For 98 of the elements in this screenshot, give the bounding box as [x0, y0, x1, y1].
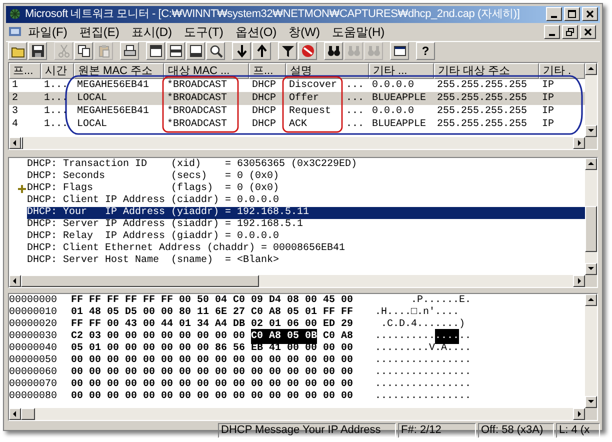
column-header[interactable]: 프...: [9, 62, 41, 78]
selected-hex-bytes[interactable]: C0 A8 05 0B: [251, 329, 318, 344]
table-row[interactable]: 3 1... MEGAHE56EB41 *BROADCAST DHCP Request ... 0.0.0.0 255.255.255.255 IP: [9, 104, 585, 118]
table-cell-text: *BROADCAST: [167, 104, 228, 118]
detail-line[interactable]: DHCP: Transaction ID (xid) = 63056365 (0x3C229ED): [27, 158, 585, 170]
column-header[interactable]: 시간: [41, 62, 74, 78]
window-title: Microsoft 네트워크 모니터 - [C:₩WINNT₩system32₩NETMON₩CAPTURES₩dhcp_2nd.cap (자세히)]: [25, 7, 521, 22]
hex-bytes[interactable]: C0 A8: [317, 329, 354, 344]
offset-label: 00000030: [9, 330, 58, 343]
menu-item[interactable]: 옵션(O): [229, 22, 283, 40]
menu-item[interactable]: 도구(T): [178, 22, 230, 40]
table-cell-text: 255.255.255.255: [437, 78, 528, 92]
hex-bytes[interactable]: 00 00 00 00 00 00 00 00 00 00 00 00 00 00 00 00: [71, 377, 354, 392]
table-cell-text: 0.0.0.0: [372, 78, 414, 92]
table-cell-text: *BROADCAST: [167, 78, 228, 92]
table-cell-text: Offer: [289, 92, 320, 106]
table-cell-text: IP: [542, 78, 554, 92]
ascii-text[interactable]: .C.D.4.......): [375, 317, 466, 332]
ascii-text[interactable]: .P......E.: [375, 293, 472, 308]
table-cell-text: DHCP: [252, 92, 276, 106]
toolbar-button[interactable]: ?: [416, 42, 435, 60]
table-cell-text: IP: [542, 92, 554, 106]
table-cell-text: DHCP: [252, 104, 276, 118]
selected-ascii-text[interactable]: ....: [435, 329, 460, 344]
offset-label: 00000000: [9, 294, 58, 307]
offset-label: 00000060: [9, 366, 58, 379]
table-cell-text: LOCAL: [77, 118, 108, 132]
ascii-text[interactable]: ................: [375, 377, 472, 392]
detail-line[interactable]: DHCP: Relay IP Address (giaddr) = 0.0.0.0: [27, 230, 585, 242]
menu-item[interactable]: 도움말(H): [326, 22, 391, 40]
table-cell-text: BLUEAPPLE: [372, 118, 426, 132]
menu-item[interactable]: 파일(F): [22, 22, 74, 40]
hex-bytes[interactable]: 00 00 00 00 00 00 00 00 00 00 00 00 00 00 00 00: [71, 365, 354, 380]
detail-line[interactable]: DHCP: Flags (flags) = 0 (0x0): [27, 182, 585, 194]
ascii-text[interactable]: ................: [375, 365, 472, 380]
offset-label: 00000050: [9, 354, 58, 367]
table-cell-text: 1: [12, 78, 18, 92]
selected-row[interactable]: 2 1... LOCAL *BROADCAST DHCP Offer ... BLUEAPPLE 255.255.255.255 IP: [9, 92, 585, 104]
ascii-text[interactable]: ................: [375, 389, 472, 404]
ascii-text[interactable]: .H....□.n'....: [375, 305, 460, 320]
hex-bytes[interactable]: C2 03 00 00 00 00 00 00 00 00: [71, 329, 252, 344]
hex-bytes[interactable]: FF FF FF FF FF FF 00 50 04 C0 09 D4 08 00 45 00: [71, 293, 354, 308]
table-cell-text: 255.255.255.255: [437, 92, 528, 106]
table-cell-text: 4: [12, 118, 18, 132]
table-cell-text: MEGAHE56EB41: [77, 104, 150, 118]
table-cell-text: *BROADCAST: [167, 92, 228, 106]
hex-bytes[interactable]: FF FF 00 43 00 44 01 34 A4 DB 02 01 06 00 ED 29: [71, 317, 354, 332]
table-cell-text: ACK: [289, 118, 308, 132]
detail-line[interactable]: DHCP: Client Ethernet Address (chaddr) = 00008656EB41: [27, 242, 585, 254]
ascii-text[interactable]: ..........: [375, 329, 436, 344]
hex-bytes[interactable]: 01 48 05 D5 00 00 80 11 6E 27 C0 A8 05 01 FF FF: [71, 305, 354, 320]
offset-label: 00000070: [9, 378, 58, 391]
status-offset: Off: 58 (x3A): [478, 422, 554, 438]
table-cell-text: IP: [542, 104, 554, 118]
table-cell-text: *BROADCAST: [167, 118, 228, 132]
status-frame: F#: 2/12: [398, 422, 476, 438]
hex-bytes[interactable]: 00 00 00 00 00 00 00 00 00 00 00 00 00 00 00 00: [71, 389, 354, 404]
table-cell-text: ...: [346, 92, 364, 106]
table-cell-text: 1...: [44, 78, 68, 92]
table-cell-text: ...: [346, 78, 364, 92]
table-cell-text: ...: [346, 104, 364, 118]
menu-item[interactable]: 창(W): [282, 22, 326, 40]
table-cell-text: 1...: [44, 92, 68, 106]
table-cell-text: 2: [12, 92, 18, 106]
menu-item[interactable]: 표시(D): [125, 22, 178, 40]
status-message: DHCP Message Your IP Address: [218, 422, 396, 438]
detail-line[interactable]: DHCP: Server IP Address (siaddr) = 192.168.5.1: [27, 218, 585, 230]
table-cell-text: 0.0.0.0: [372, 104, 414, 118]
table-cell-text: DHCP: [252, 78, 276, 92]
table-cell-text: 1...: [44, 104, 68, 118]
status-length: L: 4 (x: [556, 422, 600, 438]
table-cell-text: BLUEAPPLE: [372, 92, 426, 106]
table-cell-text: ...: [346, 118, 364, 132]
offset-label: 00000010: [9, 306, 58, 319]
offset-label: 00000040: [9, 342, 58, 355]
table-cell-text: 1...: [44, 118, 68, 132]
offset-label: 00000020: [9, 318, 58, 331]
column-header[interactable]: 기타 .: [539, 62, 585, 78]
table-row[interactable]: 1 1... MEGAHE56EB41 *BROADCAST DHCP Discover ... 0.0.0.0 255.255.255.255 IP: [9, 78, 585, 92]
table-cell-text: MEGAHE56EB41: [77, 78, 150, 92]
ascii-text[interactable]: ..: [459, 329, 472, 344]
table-cell-text: 255.255.255.255: [437, 118, 528, 132]
offset-label: 00000080: [9, 390, 58, 404]
table-row[interactable]: 4 1... LOCAL *BROADCAST DHCP ACK ... BLUEAPPLE 255.255.255.255 IP: [9, 118, 585, 130]
detail-line[interactable]: DHCP: Client IP Address (ciaddr) = 0.0.0.0: [27, 194, 585, 206]
detail-line[interactable]: DHCP: Server Host Name (sname) = <Blank>: [27, 254, 585, 266]
table-cell-text: DHCP: [252, 118, 276, 132]
ascii-text[interactable]: ................: [375, 353, 472, 368]
ascii-text[interactable]: .........V.A....: [375, 341, 472, 356]
menu-item[interactable]: 편집(E): [73, 22, 126, 40]
table-cell-text: Request: [289, 104, 332, 118]
table-cell-text: 3: [12, 104, 18, 118]
detail-line[interactable]: DHCP: Seconds (secs) = 0 (0x0): [27, 170, 585, 182]
table-cell-text: LOCAL: [77, 92, 108, 106]
hex-bytes[interactable]: 00 00 00 00 00 00 00 00 00 00 00 00 00 00 00 00: [71, 353, 354, 368]
table-cell-text: Discover: [289, 78, 338, 92]
table-cell-text: IP: [542, 118, 554, 132]
table-cell-text: 255.255.255.255: [437, 104, 528, 118]
